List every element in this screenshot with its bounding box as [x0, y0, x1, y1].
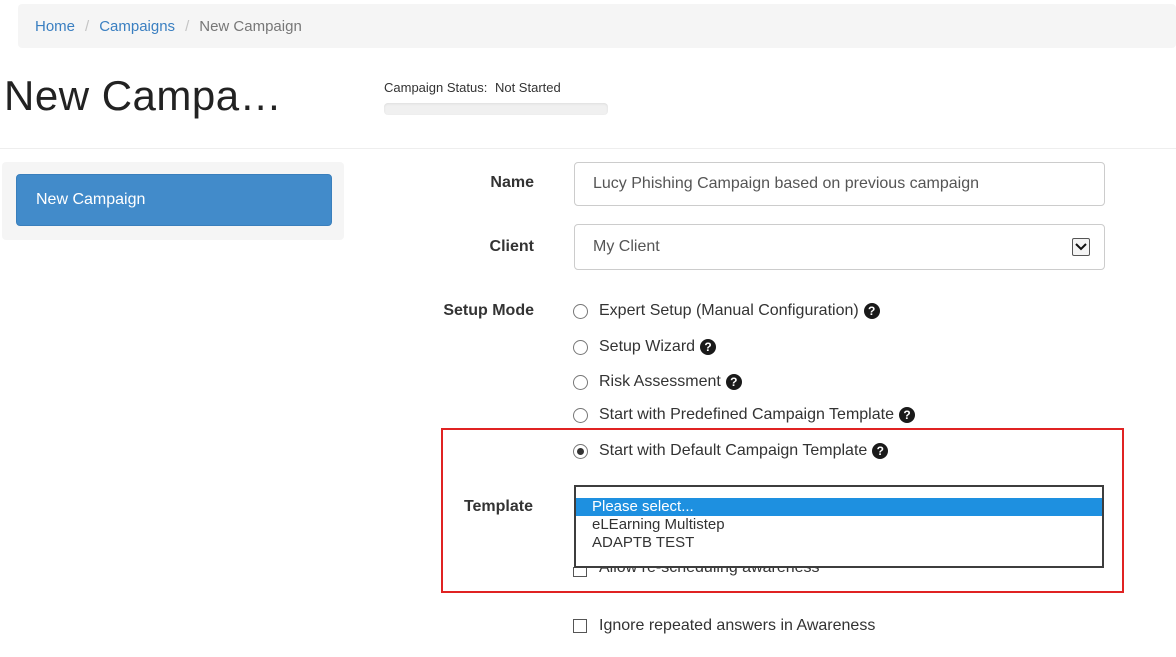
- radio-default-template[interactable]: Start with Default Campaign Template ?: [573, 442, 889, 460]
- breadcrumb-current: New Campaign: [199, 17, 302, 35]
- client-select[interactable]: My Client: [574, 224, 1105, 270]
- dropdown-option-elearning-multistep[interactable]: eLEarning Multistep: [576, 516, 1102, 534]
- radio-setup-wizard[interactable]: Setup Wizard ?: [573, 338, 717, 356]
- question-circle-icon[interactable]: ?: [863, 303, 880, 319]
- breadcrumb-separator: /: [85, 17, 90, 35]
- radio-label: Start with Predefined Campaign Template: [599, 406, 894, 423]
- template-dropdown-list[interactable]: Please select... eLEarning Multistep ADA…: [574, 485, 1104, 568]
- campaign-status-text: Campaign Status: Not Started: [384, 80, 608, 95]
- checkbox[interactable]: [573, 619, 587, 633]
- radio-button[interactable]: [573, 339, 588, 355]
- question-circle-icon[interactable]: ?: [872, 443, 889, 459]
- client-select-value: My Client: [593, 238, 660, 255]
- name-label: Name: [490, 174, 534, 191]
- chevron-down-icon[interactable]: [1072, 238, 1090, 256]
- radio-label: Risk Assessment: [599, 373, 721, 390]
- breadcrumb-separator: /: [185, 17, 190, 35]
- radio-button[interactable]: [573, 374, 588, 390]
- sidebar-new-campaign-button[interactable]: New Campaign: [16, 174, 332, 226]
- allow-rescheduling-checkbox-row[interactable]: Allow re-scheduling awareness: [573, 567, 820, 577]
- checkbox-label: Ignore repeated answers in Awareness: [599, 617, 876, 634]
- checkbox-label: Allow re-scheduling awareness: [599, 567, 820, 576]
- ignore-repeated-answers-checkbox-row[interactable]: Ignore repeated answers in Awareness: [573, 617, 875, 635]
- sidebar: New Campaign: [2, 162, 344, 240]
- radio-expert-setup[interactable]: Expert Setup (Manual Configuration) ?: [573, 302, 880, 320]
- dropdown-option-adaptb-test[interactable]: ADAPTB TEST: [576, 534, 1102, 552]
- breadcrumb: Home / Campaigns / New Campaign: [18, 4, 1176, 48]
- radio-button[interactable]: [573, 407, 588, 423]
- campaign-status-label: Campaign Status:: [384, 80, 488, 95]
- header-divider: [0, 148, 1176, 149]
- campaign-status: Campaign Status: Not Started: [384, 80, 608, 115]
- radio-label: Start with Default Campaign Template: [599, 442, 868, 459]
- template-label: Template: [463, 498, 533, 515]
- dropdown-option-please-select[interactable]: Please select...: [576, 498, 1102, 516]
- question-circle-icon[interactable]: ?: [725, 374, 742, 390]
- campaign-status-value: Not Started: [494, 80, 561, 95]
- client-label: Client: [489, 238, 534, 255]
- breadcrumb-home-link[interactable]: Home: [35, 18, 75, 35]
- radio-label: Setup Wizard: [599, 338, 696, 355]
- radio-button-checked[interactable]: [573, 443, 588, 459]
- breadcrumb-campaigns-link[interactable]: Campaigns: [99, 18, 175, 35]
- campaign-status-progress-bar: [384, 103, 608, 115]
- radio-predefined-template[interactable]: Start with Predefined Campaign Template …: [573, 406, 915, 424]
- checkbox[interactable]: [573, 567, 587, 577]
- question-circle-icon[interactable]: ?: [700, 339, 717, 355]
- campaign-name-input[interactable]: [574, 162, 1105, 206]
- radio-risk-assessment[interactable]: Risk Assessment ?: [573, 373, 742, 391]
- radio-button[interactable]: [573, 303, 588, 319]
- setup-mode-label: Setup Mode: [443, 302, 534, 319]
- page-title: New Campa…: [4, 72, 283, 119]
- radio-label: Expert Setup (Manual Configuration): [599, 302, 859, 319]
- question-circle-icon[interactable]: ?: [898, 407, 915, 423]
